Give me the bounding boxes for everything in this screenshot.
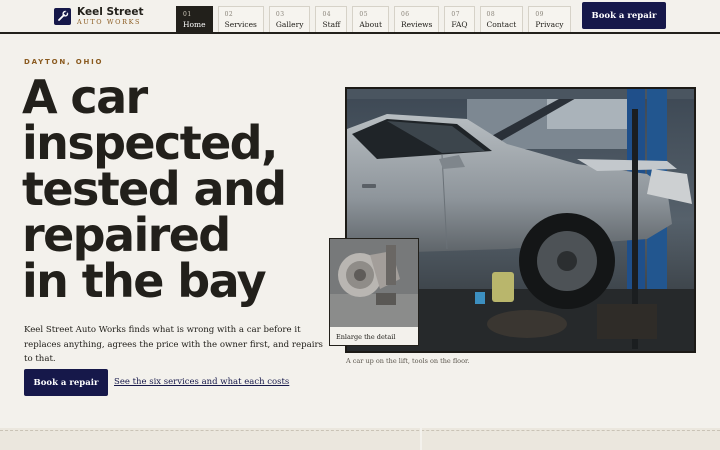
section-separator (420, 428, 422, 450)
location-eyebrow: DAYTON, OHIO (24, 58, 104, 66)
site-header: Keel Street AUTO WORKS 01 Home 02 Servic… (0, 0, 720, 34)
nav-item-number: 02 (224, 11, 234, 18)
nav-item-label: Gallery (275, 20, 304, 29)
nav-item-gallery[interactable]: 03 Gallery (268, 6, 311, 32)
main-nav: 01 Home 02 Services 03 Gallery 04 Staff … (176, 6, 576, 32)
enlarge-detail-card[interactable]: Enlarge the detail (329, 238, 419, 346)
nav-item-staff[interactable]: 04 Staff (315, 6, 348, 32)
nav-item-number: 09 (535, 11, 544, 18)
photo-caption: A car up on the lift, tools on the floor… (346, 357, 470, 365)
brand-subtitle: AUTO WORKS (77, 17, 142, 26)
nav-item-number: 01 (183, 11, 192, 18)
brand-name: Keel Street (77, 6, 144, 18)
headline-line: tested and (22, 162, 287, 216)
nav-item-number: 05 (359, 11, 369, 18)
nav-item-number: 03 (275, 11, 285, 18)
headline-line: inspected, (22, 116, 278, 170)
nav-item-label: Reviews (400, 20, 433, 29)
nav-item-label: Contact (486, 20, 517, 29)
headline-line: in the bay (22, 254, 267, 308)
nav-item-privacy[interactable]: 09 Privacy (528, 6, 571, 32)
nav-item-number: 04 (322, 11, 332, 18)
brand-logo[interactable]: Keel Street AUTO WORKS (54, 7, 143, 25)
nav-item-number: 07 (451, 11, 461, 18)
wrench-icon (54, 7, 71, 25)
nav-item-number: 06 (400, 11, 410, 18)
nav-item-label: Privacy (535, 20, 564, 29)
nav-item-label: Staff (322, 20, 341, 29)
nav-item-number: 08 (486, 11, 496, 18)
book-repair-button[interactable]: Book a repair (24, 369, 108, 396)
brake-detail-photo (330, 239, 418, 327)
nav-item-reviews[interactable]: 06 Reviews (393, 6, 440, 32)
services-pricing-link[interactable]: See the six services and what each costs (114, 377, 289, 387)
dashed-divider (0, 430, 720, 431)
nav-item-label: Home (183, 20, 206, 29)
next-section-edge (0, 428, 720, 450)
headline-line: A car (22, 70, 148, 124)
detail-card-label: Enlarge the detail (336, 333, 396, 341)
nav-item-label: FAQ (451, 20, 468, 29)
nav-item-home[interactable]: 01 Home (176, 6, 213, 32)
nav-item-label: About (359, 20, 382, 29)
book-repair-header-button[interactable]: Book a repair (582, 2, 666, 29)
nav-item-faq[interactable]: 07 FAQ (444, 6, 475, 32)
nav-item-label: Services (224, 20, 257, 29)
nav-item-contact[interactable]: 08 Contact (479, 6, 524, 32)
nav-item-services[interactable]: 02 Services (217, 6, 264, 32)
nav-item-about[interactable]: 05 About (352, 6, 389, 32)
headline-line: repaired (22, 208, 231, 262)
hero-headline: A car inspected, tested and repaired in … (22, 74, 322, 304)
hero-intro: Keel Street Auto Works finds what is wro… (24, 325, 323, 364)
